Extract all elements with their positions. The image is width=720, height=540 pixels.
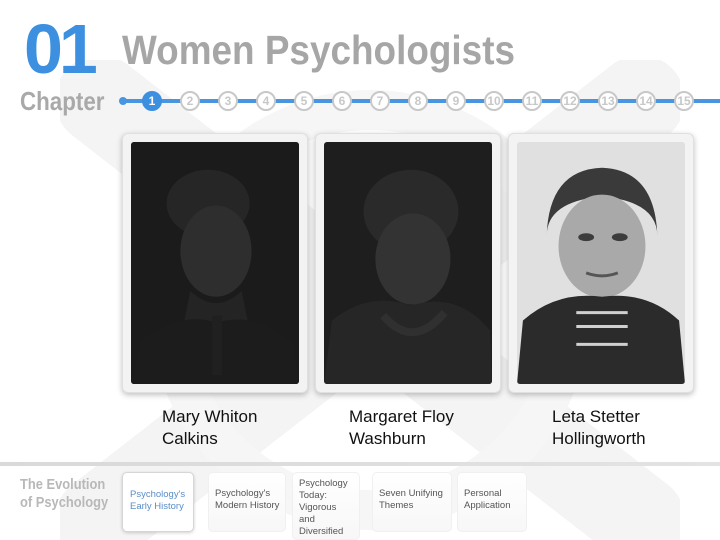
portrait-photo-washburn [324,142,492,384]
section-label: The Evolution of Psychology [20,476,109,511]
chapter-nav-start-dot [119,97,127,105]
portrait-photo-hollingworth [517,142,685,384]
chapter-nav-item[interactable]: 7 [370,91,390,111]
chapter-nav-item[interactable]: 1 [142,91,162,111]
chapter-nav-item[interactable]: 2 [180,91,200,111]
psychologist-name-washburn: Margaret Floy Washburn [349,407,454,448]
chapter-nav-item[interactable]: 4 [256,91,276,111]
chapter-nav-item[interactable]: 12 [560,91,580,111]
chapter-nav-item[interactable]: 13 [598,91,618,111]
chapter-nav-item[interactable]: 5 [294,91,314,111]
tab-modern-history[interactable]: Psychology's Modern History [208,472,286,532]
psychologist-name-hollingworth: Leta Stetter Hollingworth [552,407,646,448]
chapter-nav-item[interactable]: 9 [446,91,466,111]
psychologist-card-washburn[interactable] [315,133,501,393]
section-divider [0,462,720,466]
chapter-number: 01 [24,10,98,88]
tab-early-history[interactable]: Psychology's Early History [122,472,194,532]
chapter-nav-item[interactable]: 10 [484,91,504,111]
chapter-nav-item[interactable]: 3 [218,91,238,111]
chapter-nav-item[interactable]: 6 [332,91,352,111]
psychologist-card-calkins[interactable] [122,133,308,393]
chapter-nav-item[interactable]: 8 [408,91,428,111]
chapter-label: Chapter [20,86,105,116]
tab-seven-unifying-themes[interactable]: Seven Unifying Themes [372,472,452,532]
chapter-nav-item[interactable]: 14 [636,91,656,111]
chapter-nav-item[interactable]: 15 [674,91,694,111]
psychologist-name-calkins: Mary Whiton Calkins [162,407,258,448]
chapter-nav-item[interactable]: 11 [522,91,542,111]
portrait-photo-calkins [131,142,299,384]
tab-psychology-today[interactable]: Psychology Today: Vigorous and Diversifi… [292,472,360,540]
page-title: Women Psychologists [122,27,516,73]
psychologist-card-hollingworth[interactable] [508,133,694,393]
tab-personal-application[interactable]: Personal Application [457,472,527,532]
